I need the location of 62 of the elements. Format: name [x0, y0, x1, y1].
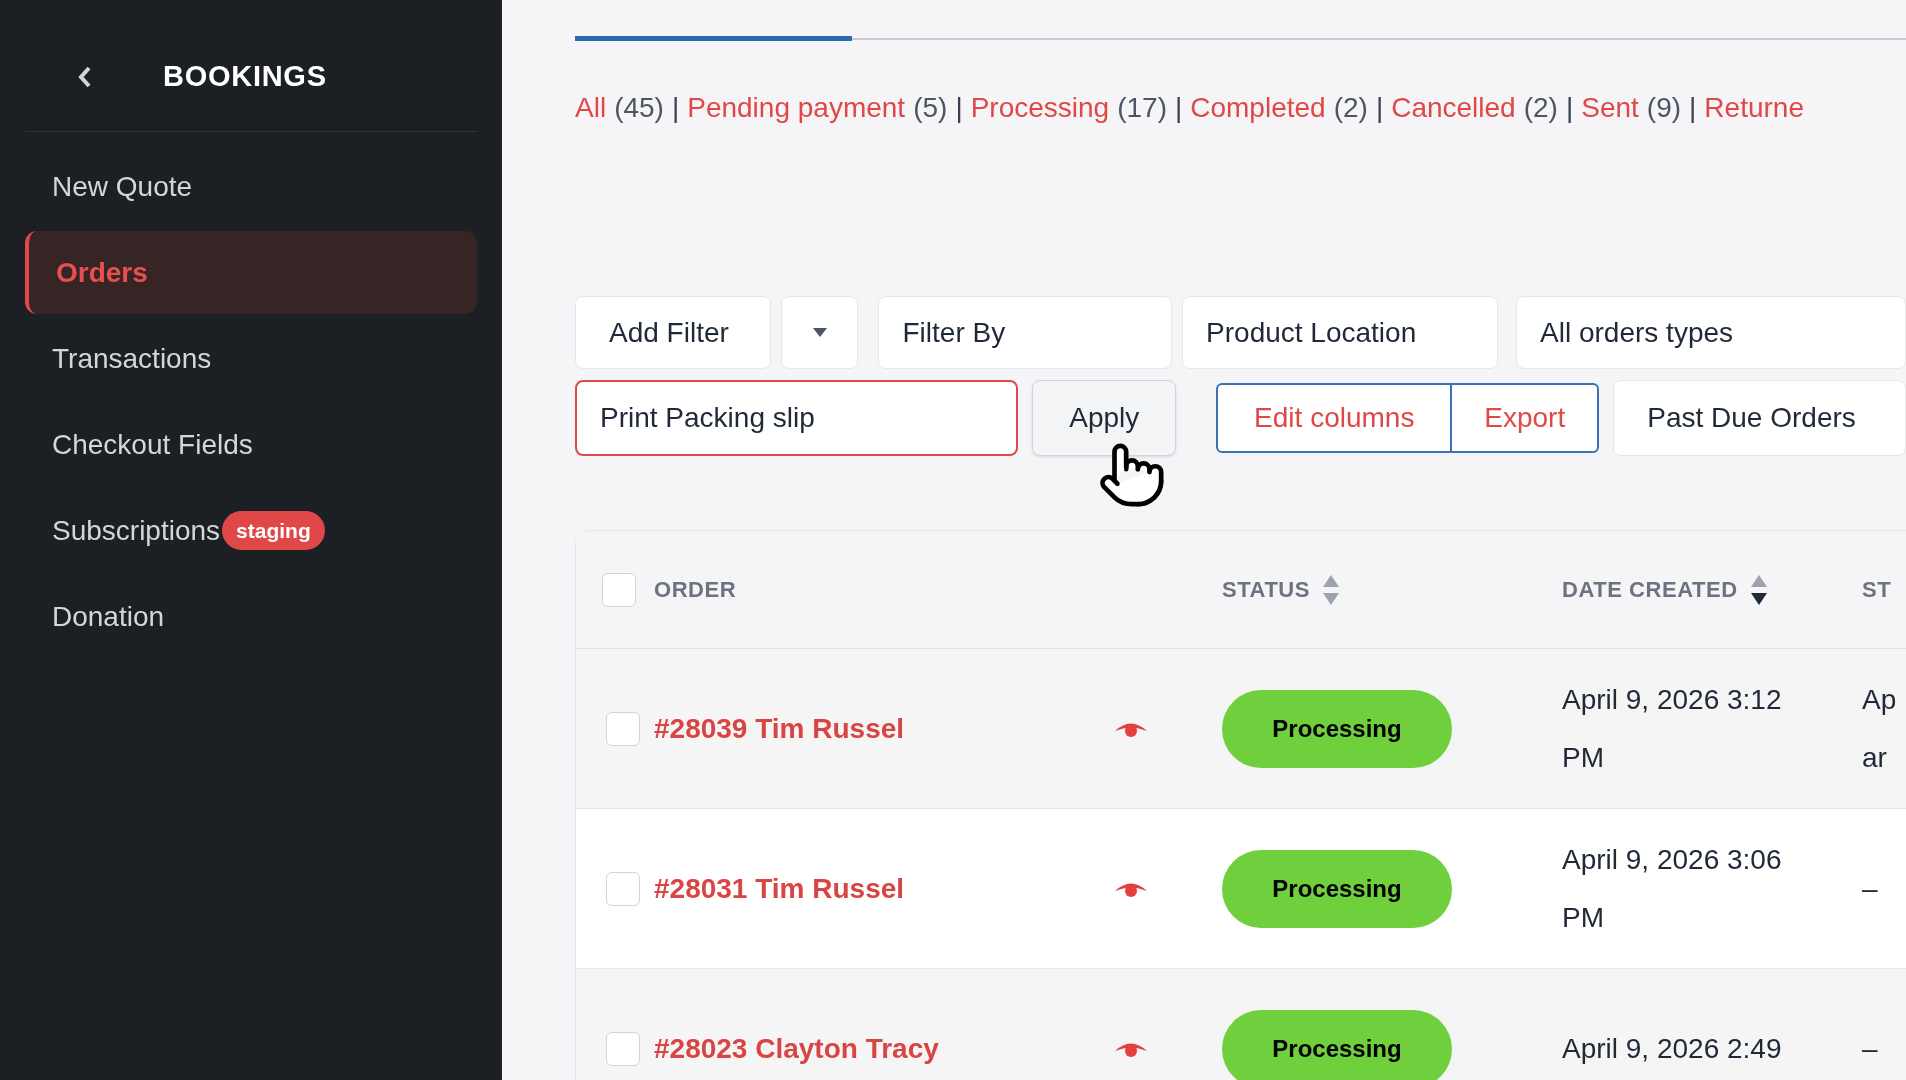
- column-header[interactable]: ST: [1862, 573, 1892, 606]
- status-filter-link[interactable]: All: [575, 87, 607, 129]
- date-text: April 9, 2026 3:12: [1562, 682, 1783, 717]
- status-count: (2): [1523, 91, 1558, 125]
- staging-badge: staging: [222, 510, 325, 551]
- checkbox[interactable]: [602, 572, 636, 607]
- sidebar-title: BOOKINGS: [163, 58, 327, 94]
- bulk-action-field[interactable]: Print Packing slip: [575, 380, 1019, 456]
- back-icon[interactable]: [77, 65, 91, 88]
- status-filter-link[interactable]: Sent: [1581, 87, 1639, 129]
- cell-text: –: [1862, 871, 1879, 906]
- sidebar-item[interactable]: Orders: [25, 231, 477, 314]
- sidebar-item[interactable]: Checkout Fields: [25, 403, 477, 486]
- past-due-orders-button[interactable]: Past Due Orders: [1613, 380, 1906, 456]
- checkbox[interactable]: [606, 711, 640, 746]
- product-location-dropdown[interactable]: Product Location: [1182, 296, 1499, 369]
- sidebar-item[interactable]: New Quote: [25, 145, 477, 228]
- apply-button[interactable]: Apply: [1032, 380, 1177, 456]
- column-header[interactable]: STATUS: [1222, 573, 1311, 606]
- separator: |: [671, 91, 680, 125]
- status-filter-link[interactable]: Processing: [970, 87, 1110, 129]
- separator: |: [1565, 91, 1574, 125]
- status-count: (2): [1333, 91, 1368, 125]
- separator: |: [955, 91, 963, 125]
- status-count: (17): [1117, 91, 1167, 125]
- order-link[interactable]: #28023 Clayton Tracy: [654, 1027, 1114, 1070]
- date-text: April 9, 2026 2:49: [1562, 1031, 1783, 1066]
- status-badge: Processing: [1222, 1009, 1452, 1080]
- add-filter-button[interactable]: Add Filter: [575, 296, 771, 369]
- separator: |: [1689, 91, 1697, 125]
- sidebar-item[interactable]: Subscriptions staging: [25, 489, 477, 572]
- order-link[interactable]: #28031 Tim Russel: [654, 867, 1114, 910]
- checkbox[interactable]: [606, 871, 640, 906]
- cell-text: –: [1862, 1031, 1879, 1066]
- status-count: (5): [913, 91, 948, 125]
- status-filter-link[interactable]: Returne: [1704, 87, 1804, 129]
- column-header[interactable]: DATE CREATED: [1562, 573, 1738, 606]
- status-filter-link[interactable]: Cancelled: [1391, 87, 1516, 129]
- date-text: April 9, 2026 3:06: [1562, 842, 1783, 877]
- dropdown-button[interactable]: [780, 296, 859, 369]
- export-button[interactable]: Export: [1452, 383, 1600, 453]
- status-badge: Processing: [1222, 849, 1452, 928]
- status-count: (45): [614, 91, 664, 125]
- order-link[interactable]: #28039 Tim Russel: [654, 707, 1114, 750]
- edit-columns-button[interactable]: Edit columns: [1216, 383, 1453, 453]
- sidebar-item[interactable]: Transactions: [25, 317, 477, 400]
- status-count: (9): [1646, 91, 1682, 125]
- sidebar-item[interactable]: Donation: [25, 575, 477, 658]
- separator: |: [1375, 91, 1384, 125]
- checkbox[interactable]: [606, 1031, 640, 1066]
- status-filter-link[interactable]: Pending payment: [687, 87, 906, 129]
- column-header[interactable]: ORDER: [654, 573, 737, 606]
- date-text: PM: [1562, 900, 1605, 935]
- separator: |: [1174, 91, 1183, 125]
- cell-text: Ap: [1862, 682, 1898, 717]
- status-badge: Processing: [1222, 689, 1452, 768]
- date-text: PM: [1562, 740, 1605, 775]
- filter-by-dropdown[interactable]: Filter By: [878, 296, 1173, 369]
- cell-text: ar: [1862, 740, 1888, 775]
- status-filter-link[interactable]: Completed: [1190, 87, 1326, 129]
- order-types-dropdown[interactable]: All orders types: [1516, 296, 1906, 369]
- caret-icon: [812, 328, 827, 337]
